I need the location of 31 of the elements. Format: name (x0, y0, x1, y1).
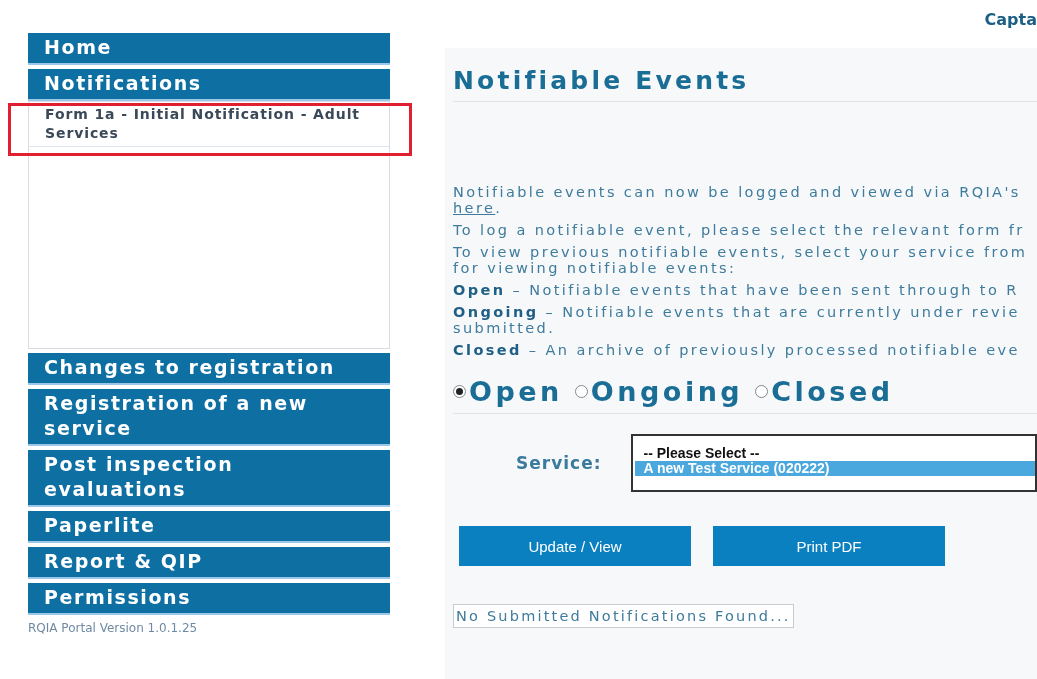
status-radio[interactable]: Closed (755, 376, 894, 407)
action-button[interactable]: Update / View (459, 526, 691, 566)
service-listbox[interactable]: -- Please Select -- A new Test Service (020222) (631, 434, 1037, 492)
nav-item[interactable]: Home (28, 33, 390, 65)
service-label: Service: (516, 453, 602, 473)
here-link[interactable]: here (453, 200, 496, 216)
nav-item[interactable]: Paperlite (28, 511, 390, 543)
service-option[interactable]: -- Please Select -- (635, 446, 1035, 461)
status-radio[interactable]: Open (453, 376, 563, 407)
nav-item[interactable]: Post inspection evaluations (28, 450, 390, 507)
nav-item[interactable]: Permissions (28, 583, 390, 615)
submenu-item[interactable]: Form 1a - Initial Notification - Adult Services (29, 102, 389, 147)
nav-item[interactable]: Changes to registration (28, 353, 390, 385)
radio-icon[interactable] (574, 385, 588, 398)
page-title: Notifiable Events (453, 66, 750, 95)
info-text: Ongoing – Notifiable events that are currently under revie submitted. (453, 304, 1020, 336)
action-button[interactable]: Print PDF (713, 526, 945, 566)
nav-item[interactable]: Notifications (28, 69, 390, 101)
status-radio[interactable]: Ongoing (574, 376, 744, 407)
nav-item[interactable]: Report & QIP (28, 547, 390, 579)
radio-icon[interactable] (453, 385, 466, 398)
intro-text: Notifiable events can now be logged and viewed via RQIA's here. (453, 184, 1021, 216)
status-message: No Submitted Notifications Found... (453, 604, 794, 628)
info-text: To log a notifiable event, please select the relevant form fr (453, 222, 1025, 238)
radio-icon[interactable] (755, 385, 769, 398)
info-text: To view previous notifiable events, select your service from for viewing notifiable events: (453, 244, 1028, 276)
info-text: Closed – An archive of previously processed notifiable eve (453, 342, 1020, 358)
user-name: Capta (984, 10, 1037, 29)
nav-item[interactable]: Registration of a new service (28, 389, 390, 446)
version-text: RQIA Portal Version 1.0.1.25 (28, 621, 199, 635)
info-text: Open – Notifiable events that have been sent through to R (453, 282, 1019, 298)
